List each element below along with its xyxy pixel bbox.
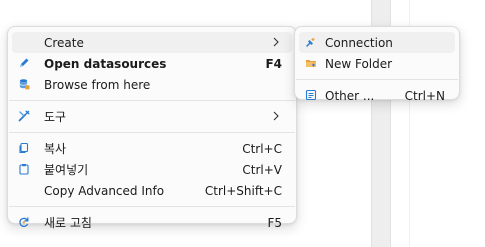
menu-item-shortcut: F4 [265,56,282,71]
pencil-icon [18,57,30,69]
submenu-item-new-folder[interactable]: New Folder [299,53,455,74]
context-menu: Create Open datasources F4 Browse from h… [7,26,297,230]
menu-separator [9,100,295,101]
submenu-item-label: Connection [325,35,393,50]
tools-icon [18,110,30,122]
menu-item-label: Create [44,35,84,50]
create-submenu: Connection New Folder Other ... Ctrl+N [294,26,460,103]
chevron-right-icon [270,35,282,49]
menu-separator [9,206,295,207]
new-connection-icon [305,36,317,48]
submenu-item-connection[interactable]: Connection [299,32,455,53]
other-icon [305,89,317,101]
menu-item-label: Copy Advanced Info [44,183,165,198]
menu-item-browse-from-here[interactable]: Browse from here [12,74,292,95]
submenu-item-label: Other ... [325,88,375,103]
menu-item-open-datasources[interactable]: Open datasources F4 [12,53,292,74]
menu-item-shortcut: Ctrl+V [242,162,282,177]
menu-item-label: 복사 [44,142,67,156]
menu-item-label: Browse from here [44,77,151,92]
menu-item-label: 새로 고침 [44,216,92,230]
menu-item-copy[interactable]: 복사 Ctrl+C [12,138,292,159]
refresh-icon [18,216,30,228]
menu-item-shortcut: F5 [267,215,282,230]
copy-icon [18,142,30,154]
menu-separator [9,132,295,133]
menu-item-label: 붙여넣기 [44,163,89,177]
menu-item-refresh[interactable]: 새로 고침 F5 [12,212,292,233]
menu-item-tools[interactable]: 도구 [12,106,292,127]
menu-item-shortcut: Ctrl+C [242,141,282,156]
paste-icon [18,163,30,175]
menu-item-label: Open datasources [44,56,167,71]
database-icon [18,78,30,90]
submenu-item-shortcut: Ctrl+N [404,88,445,103]
submenu-item-other[interactable]: Other ... Ctrl+N [299,85,455,106]
menu-item-paste[interactable]: 붙여넣기 Ctrl+V [12,159,292,180]
chevron-right-icon [270,109,282,123]
submenu-item-label: New Folder [325,56,393,71]
menu-item-label: 도구 [44,110,67,124]
menu-item-create[interactable]: Create [12,32,292,53]
menu-item-shortcut: Ctrl+Shift+C [204,183,282,198]
new-folder-icon [305,57,317,69]
menu-separator [296,79,458,80]
menu-item-copy-advanced-info[interactable]: Copy Advanced Info Ctrl+Shift+C [12,180,292,201]
